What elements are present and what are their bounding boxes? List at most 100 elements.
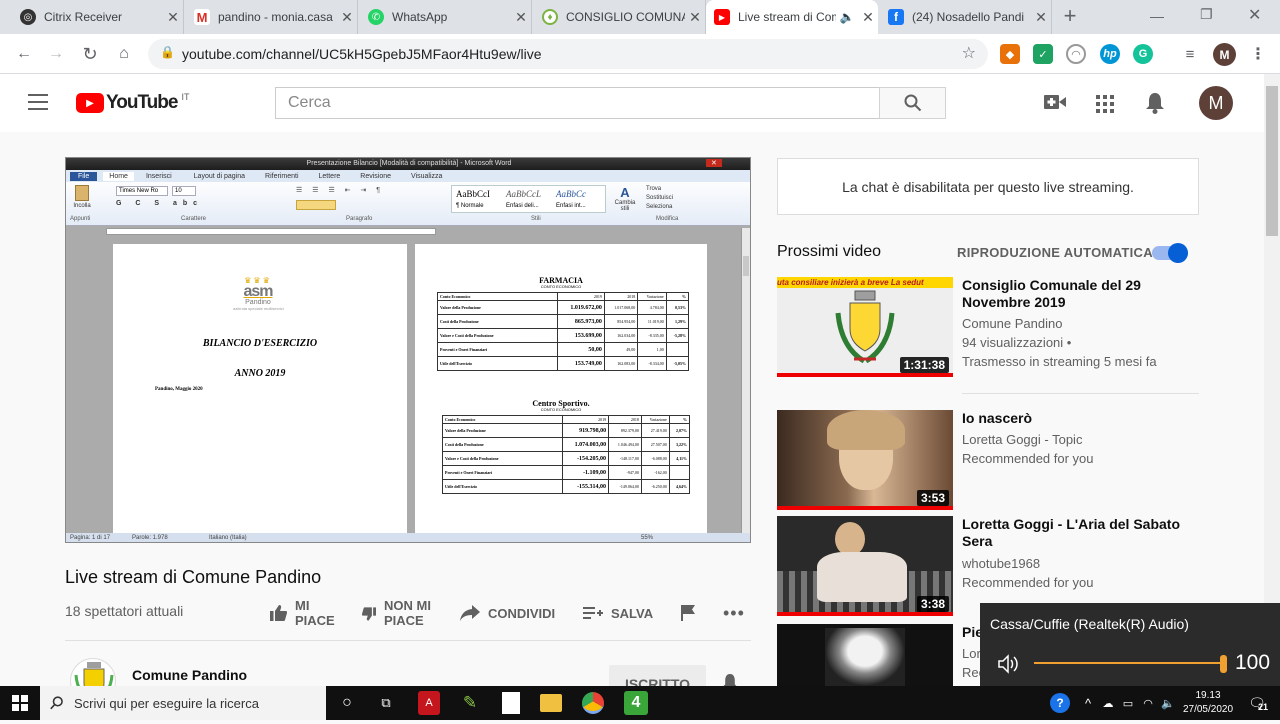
- tab-citrix[interactable]: ◎ Citrix Receiver ✕: [12, 0, 184, 34]
- help-icon[interactable]: ?: [1050, 693, 1070, 713]
- recommended-video[interactable]: 3:38 Loretta Goggi - L'Aria del Sabato S…: [777, 516, 1199, 616]
- search-input[interactable]: Cerca: [275, 87, 880, 119]
- chrome-icon[interactable]: [582, 692, 604, 714]
- home-button[interactable]: ⌂: [112, 42, 136, 66]
- close-icon[interactable]: ✕: [337, 9, 357, 26]
- video-thumbnail[interactable]: [777, 624, 953, 686]
- tab-consiglio[interactable]: ♦ CONSIGLIO COMUNALE ✕: [534, 0, 706, 34]
- address-bar[interactable]: 🔒 youtube.com/channel/UC5kH5GpebJ5MFaor4…: [148, 39, 988, 69]
- group-label: Paragrafo: [346, 216, 373, 222]
- notifications-bell-icon[interactable]: [1145, 92, 1165, 119]
- close-icon[interactable]: ✕: [1031, 9, 1051, 26]
- reload-button[interactable]: ↻: [78, 42, 102, 66]
- word-tab: Inserisci: [145, 172, 172, 180]
- close-icon[interactable]: ✕: [858, 9, 878, 26]
- speaker-icon[interactable]: 🔈: [836, 10, 858, 24]
- group-label: Appunti: [70, 216, 91, 222]
- back-button[interactable]: ←: [12, 42, 36, 66]
- extension-icon[interactable]: ◆: [1000, 44, 1020, 64]
- check-extension-icon[interactable]: ✓: [1033, 44, 1053, 64]
- system-clock[interactable]: 19.13 27/05/2020: [1180, 689, 1236, 717]
- tab-label: WhatsApp: [392, 10, 448, 24]
- apps-grid-icon[interactable]: [1096, 95, 1114, 113]
- save-button[interactable]: SALVA: [583, 605, 653, 621]
- scrollbar-thumb[interactable]: [1266, 86, 1278, 236]
- video-channel[interactable]: Loretta Goggi - Topic: [962, 430, 1197, 449]
- tab-facebook[interactable]: f (24) Nosadello Pandi ✕: [880, 0, 1052, 34]
- grammarly-icon[interactable]: G: [1133, 44, 1153, 64]
- table-cell: -155.314,00: [561, 479, 610, 494]
- volume-slider-thumb[interactable]: [1220, 655, 1227, 673]
- video-player[interactable]: Presentazione Bilancio [Modalità di comp…: [65, 157, 751, 543]
- watch-progress-bar: [777, 612, 953, 616]
- app-4-icon[interactable]: 4: [624, 691, 648, 715]
- search-icon: [904, 94, 921, 112]
- tab-label: Citrix Receiver: [44, 10, 123, 24]
- minimize-button[interactable]: —: [1150, 8, 1164, 24]
- media-control-icon[interactable]: ≡: [1180, 44, 1200, 64]
- video-channel[interactable]: Comune Pandino: [962, 314, 1197, 333]
- style-sample: AaBbCcI: [456, 189, 490, 199]
- page-scrollbar[interactable]: [1264, 74, 1280, 686]
- youtube-logo[interactable]: ▶ YouTube IT: [76, 92, 189, 114]
- video-thumbnail[interactable]: uta consiliare inizierà a breve La sedut…: [777, 277, 953, 377]
- video-title[interactable]: Io nascerò: [962, 410, 1197, 427]
- close-window-button[interactable]: ✕: [1248, 5, 1261, 25]
- video-channel[interactable]: whotube1968: [962, 554, 1197, 573]
- table-row: Valore della Produzione 1.019.672,00 1.017…: [437, 300, 690, 315]
- audio-device-name[interactable]: Cassa/Cuffie (Realtek(R) Audio): [990, 616, 1189, 632]
- video-thumbnail[interactable]: 3:38: [777, 516, 953, 616]
- speaker-icon[interactable]: 🔈: [1156, 691, 1180, 715]
- account-avatar[interactable]: M: [1199, 86, 1233, 120]
- task-view-icon[interactable]: ⧉: [374, 691, 398, 715]
- table-row: Proventi e Oneri Finanziari 50,00 49,00 1,0…: [437, 342, 690, 357]
- volume-slider-track[interactable]: [1034, 662, 1224, 664]
- recommended-video[interactable]: 3:53 Io nascerò Loretta Goggi - Topic Re…: [777, 410, 1199, 510]
- report-flag-icon[interactable]: [681, 605, 695, 626]
- audio-extension-icon[interactable]: ◠: [1066, 44, 1086, 64]
- table-row: Proventi e Oneri Finanziari -1.109,00 -947…: [442, 465, 691, 480]
- tab-gmail[interactable]: M pandino - monia.casa ✕: [186, 0, 358, 34]
- new-tab-button[interactable]: +: [1058, 5, 1082, 29]
- notepad-icon[interactable]: [502, 692, 520, 714]
- recommended-video[interactable]: uta consiliare inizierà a breve La sedut…: [777, 277, 1199, 377]
- word-tab: Layout di pagina: [193, 172, 246, 180]
- table-cell: -149.064,00: [608, 479, 642, 494]
- video-thumbnail[interactable]: 3:53: [777, 410, 953, 510]
- cortana-icon[interactable]: ○: [335, 691, 359, 715]
- tab-live-stream[interactable]: ▶ Live stream di Comune 🔈 ✕: [706, 0, 878, 34]
- hamburger-menu-icon[interactable]: [28, 94, 48, 110]
- video-title[interactable]: Loretta Goggi - L'Aria del Sabato Sera: [962, 516, 1197, 550]
- hp-icon[interactable]: hp: [1100, 44, 1120, 64]
- video-title[interactable]: Consiglio Comunale del 29 Novembre 2019: [962, 277, 1197, 311]
- forward-button[interactable]: →: [44, 42, 68, 66]
- create-video-icon[interactable]: [1044, 94, 1066, 115]
- close-icon[interactable]: ✕: [511, 9, 531, 26]
- restore-button[interactable]: ❐: [1200, 6, 1213, 23]
- close-icon[interactable]: ✕: [685, 9, 705, 26]
- search-icon: [50, 696, 63, 710]
- more-actions-icon[interactable]: •••: [723, 603, 745, 624]
- search-button[interactable]: [879, 87, 946, 119]
- speaker-volume-icon[interactable]: [998, 654, 1020, 674]
- table-row: Conto Economico 2019 2018 Variazione%: [442, 415, 691, 424]
- channel-name[interactable]: Comune Pandino: [132, 667, 247, 683]
- profile-avatar[interactable]: M: [1213, 43, 1236, 66]
- taskbar-search-box[interactable]: Scrivi qui per eseguire la ricerca: [40, 686, 326, 720]
- dislike-button[interactable]: NON MI PIACE: [362, 598, 442, 628]
- close-icon[interactable]: ✕: [163, 9, 183, 26]
- tab-whatsapp[interactable]: ✆ WhatsApp ✕: [360, 0, 532, 34]
- share-button[interactable]: CONDIVIDI: [460, 605, 555, 621]
- file-explorer-icon[interactable]: [540, 694, 562, 712]
- menu-icon[interactable]: ⋮: [1248, 44, 1268, 64]
- windows-start-icon[interactable]: [8, 691, 32, 715]
- star-icon[interactable]: ☆: [962, 43, 976, 63]
- paint-app-icon[interactable]: ✎: [458, 691, 482, 715]
- like-button[interactable]: MI PIACE: [270, 598, 350, 628]
- acrobat-icon[interactable]: A: [418, 691, 440, 715]
- table-cell: [668, 465, 691, 480]
- autoplay-toggle[interactable]: [1152, 243, 1188, 263]
- table-cell: 1.017.068,00: [603, 300, 639, 315]
- live-viewers-count: 18 spettatori attuali: [65, 603, 184, 619]
- word-ribbon-tabs: File Home Inserisci Layout di pagina Rif…: [66, 170, 750, 182]
